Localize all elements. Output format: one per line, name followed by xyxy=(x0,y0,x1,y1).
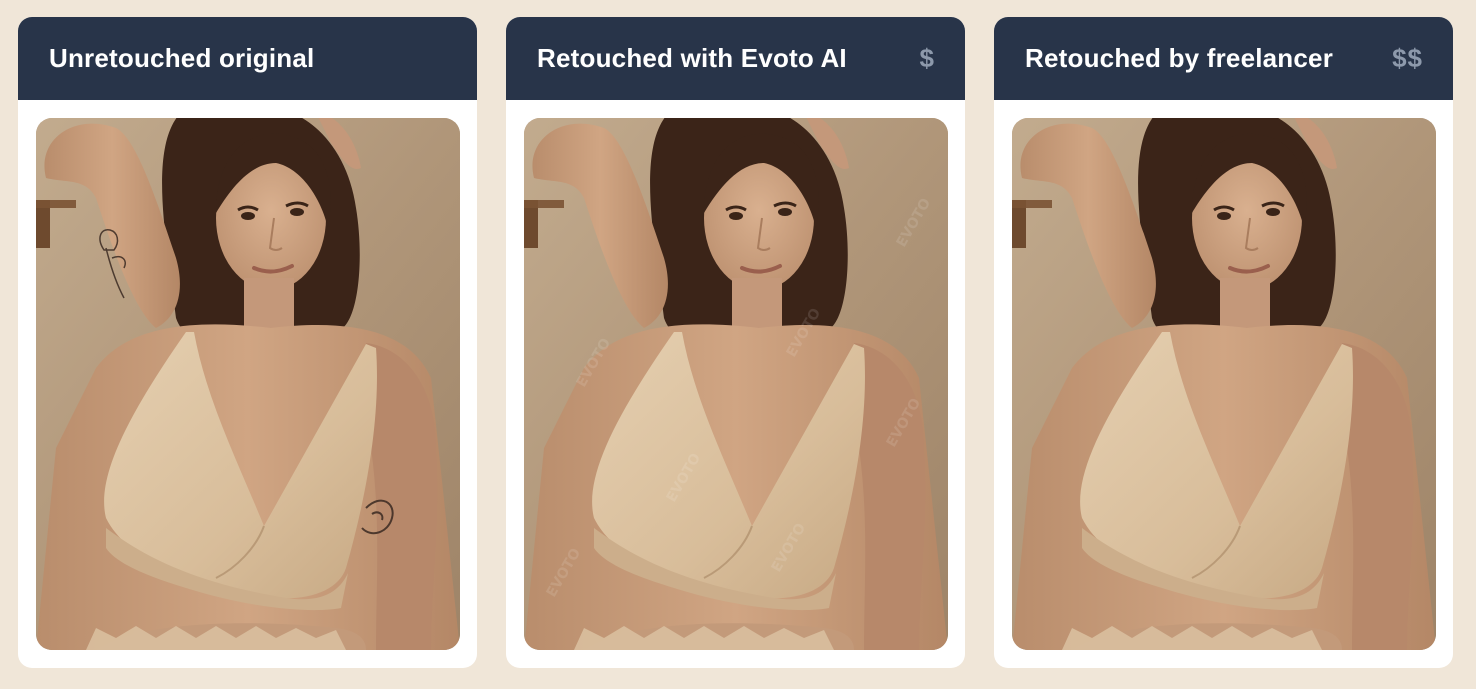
card-header: Retouched with Evoto AI $ xyxy=(506,17,965,100)
card-title: Retouched by freelancer xyxy=(1025,43,1334,73)
portrait-photo-evoto-ai: EVOTO EVOTO EVOTO EVOTO EVOTO EVOTO EVOT… xyxy=(524,118,948,650)
comparison-card-evoto: Retouched with Evoto AI $ EVOTO EVOTO EV… xyxy=(506,17,965,668)
comparison-card-freelancer: Retouched by freelancer $$ xyxy=(994,17,1453,668)
card-header: Unretouched original xyxy=(18,17,477,100)
comparison-card-original: Unretouched original xyxy=(18,17,477,668)
card-header: Retouched by freelancer $$ xyxy=(994,17,1453,100)
card-title: Unretouched original xyxy=(49,43,315,73)
portrait-photo-original xyxy=(36,118,460,650)
price-tag: $ xyxy=(919,43,935,73)
price-tag: $$ xyxy=(1392,43,1423,73)
portrait-photo-freelancer xyxy=(1012,118,1436,650)
card-title: Retouched with Evoto AI xyxy=(537,43,847,73)
